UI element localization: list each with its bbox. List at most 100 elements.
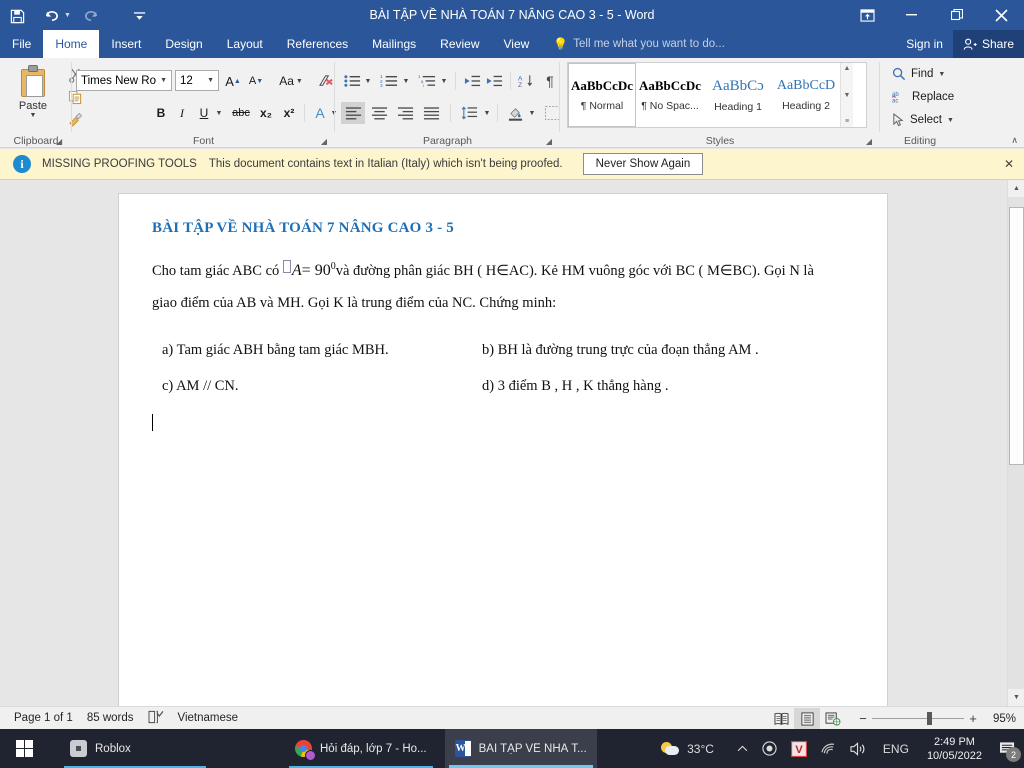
scroll-up-icon[interactable]: ▲ (1008, 180, 1024, 197)
document-page[interactable]: BÀI TẬP VỀ NHÀ TOÁN 7 NÂNG CAO 3 - 5 Cho… (118, 193, 888, 706)
find-button[interactable]: Find ▼ (892, 67, 945, 81)
show-formatting-marks-button[interactable]: ¶ (540, 70, 560, 92)
select-button[interactable]: Select ▼ (892, 113, 954, 127)
ribbon-display-options-icon[interactable] (845, 0, 889, 30)
word-count[interactable]: 85 words (87, 712, 134, 724)
font-size-dropdown-icon[interactable]: ▼ (203, 77, 218, 84)
tab-insert[interactable]: Insert (99, 30, 153, 58)
zoom-in-button[interactable]: + (964, 711, 982, 726)
scrollbar-track[interactable] (1008, 197, 1024, 689)
proofing-status-icon[interactable] (148, 710, 164, 727)
replace-button[interactable]: ab ac Replace (892, 90, 954, 104)
scrollbar-thumb[interactable] (1009, 207, 1024, 465)
sign-in-button[interactable]: Sign in (896, 30, 953, 58)
align-left-button[interactable] (341, 102, 365, 124)
shading-button[interactable] (503, 102, 527, 124)
document-canvas[interactable]: BÀI TẬP VỀ NHÀ TOÁN 7 NÂNG CAO 3 - 5 Cho… (0, 180, 1024, 706)
shading-dropdown-icon[interactable]: ▼ (526, 102, 538, 124)
styles-dialog-launcher[interactable]: ◢ (866, 137, 872, 146)
clipboard-dialog-launcher[interactable]: ◢ (56, 137, 62, 146)
text-effects-button[interactable]: A (310, 102, 330, 124)
tab-mailings[interactable]: Mailings (360, 30, 428, 58)
weather-widget[interactable]: 33°C (654, 741, 721, 756)
styles-more-icon[interactable]: ≡ (845, 118, 849, 125)
tell-me-box[interactable]: 💡 Tell me what you want to do... (541, 30, 724, 58)
style-no-spacing[interactable]: AaBbCcDc ¶ No Spac... (636, 63, 704, 127)
styles-scroll-down-icon[interactable]: ▼ (844, 92, 851, 99)
close-button[interactable] (979, 0, 1024, 30)
bullets-button[interactable] (341, 70, 363, 92)
start-button[interactable] (0, 729, 48, 768)
screen-recorder-icon[interactable] (755, 741, 784, 756)
underline-dropdown-icon[interactable]: ▼ (212, 102, 226, 124)
math-expression[interactable]: A= 900 (282, 258, 336, 280)
style-heading-2[interactable]: AaBbCcD Heading 2 (772, 63, 840, 127)
taskbar-item-chrome[interactable]: Hỏi đáp, lớp 7 - Ho... (285, 729, 437, 768)
align-right-button[interactable] (393, 102, 417, 124)
style-heading-1[interactable]: AaBbCɔ Heading 1 (704, 63, 772, 127)
zoom-out-button[interactable]: − (854, 711, 872, 726)
font-name-dropdown-icon[interactable]: ▼ (156, 77, 171, 84)
numbering-button[interactable]: 1 2 3 (377, 70, 401, 92)
wifi-icon[interactable] (814, 742, 843, 755)
tab-file[interactable]: File (0, 30, 43, 58)
clock[interactable]: 2:49 PM 10/05/2022 (919, 735, 990, 763)
paste-button[interactable]: Paste ▼ (8, 63, 58, 135)
zoom-slider[interactable]: − + (854, 711, 982, 726)
zoom-level-label[interactable]: 95% (982, 713, 1024, 725)
tab-references[interactable]: References (275, 30, 360, 58)
line-spacing-button[interactable] (457, 102, 481, 124)
line-spacing-dropdown-icon[interactable]: ▼ (481, 102, 493, 124)
volume-icon[interactable] (843, 741, 873, 756)
tab-design[interactable]: Design (153, 30, 214, 58)
never-show-again-button[interactable]: Never Show Again (582, 153, 704, 175)
sort-button[interactable]: A Z (515, 70, 537, 92)
vertical-scrollbar[interactable]: ▲ ▼ (1007, 180, 1024, 706)
style-normal[interactable]: AaBbCcDc ¶ Normal (568, 63, 636, 127)
notification-center-button[interactable]: 2 (990, 729, 1024, 768)
align-center-button[interactable] (367, 102, 391, 124)
tab-view[interactable]: View (492, 30, 542, 58)
paragraph-dialog-launcher[interactable]: ◢ (546, 137, 552, 146)
tab-review[interactable]: Review (428, 30, 491, 58)
zoom-thumb[interactable] (927, 712, 932, 725)
zoom-track[interactable] (872, 712, 964, 725)
tab-layout[interactable]: Layout (215, 30, 275, 58)
minimize-button[interactable] (889, 0, 934, 30)
select-dropdown-icon[interactable]: ▼ (947, 117, 954, 124)
justify-button[interactable] (419, 102, 443, 124)
font-dialog-launcher[interactable]: ◢ (321, 137, 327, 146)
grow-font-button[interactable]: A ▲ (222, 70, 244, 92)
shrink-font-button[interactable]: A ▼ (245, 70, 267, 92)
superscript-button[interactable]: x² (279, 102, 299, 124)
view-print-layout-button[interactable] (794, 708, 820, 729)
font-name-input[interactable]: Times New Ro ▼ (76, 70, 172, 91)
input-language-indicator[interactable]: ENG (873, 742, 919, 756)
language-indicator[interactable]: Vietnamese (178, 712, 239, 724)
page-indicator[interactable]: Page 1 of 1 (14, 712, 73, 724)
paste-dropdown-icon[interactable]: ▼ (30, 112, 37, 119)
bullets-dropdown-icon[interactable]: ▼ (362, 70, 374, 92)
show-hidden-icons-button[interactable] (721, 745, 755, 753)
numbering-dropdown-icon[interactable]: ▼ (400, 70, 412, 92)
taskbar-item-roblox[interactable]: Roblox (60, 729, 210, 768)
scroll-down-icon[interactable]: ▼ (1008, 689, 1024, 706)
italic-button[interactable]: I (173, 102, 191, 124)
multilevel-dropdown-icon[interactable]: ▼ (438, 70, 450, 92)
message-bar-close-icon[interactable]: ✕ (1004, 157, 1014, 171)
tab-home[interactable]: Home (43, 30, 100, 58)
increase-indent-button[interactable] (483, 70, 505, 92)
strikethrough-button[interactable]: abc (229, 102, 253, 124)
multilevel-list-button[interactable]: 1 a i (415, 70, 439, 92)
taskbar-item-word[interactable]: W BÀI TẬP VỀ NHÀ T... (444, 729, 597, 768)
change-case-button[interactable]: Aa ▼ (272, 70, 310, 92)
collapse-ribbon-button[interactable]: ∧ (1011, 135, 1018, 146)
restore-button[interactable] (934, 0, 979, 30)
styles-scroll-up-icon[interactable]: ▲ (844, 65, 851, 72)
share-button[interactable]: Share (952, 30, 1024, 58)
underline-button[interactable]: U (195, 102, 213, 124)
bold-button[interactable]: B (152, 102, 170, 124)
vietkey-icon[interactable]: V (784, 740, 814, 757)
decrease-indent-button[interactable] (461, 70, 483, 92)
subscript-button[interactable]: x₂ (256, 102, 276, 124)
